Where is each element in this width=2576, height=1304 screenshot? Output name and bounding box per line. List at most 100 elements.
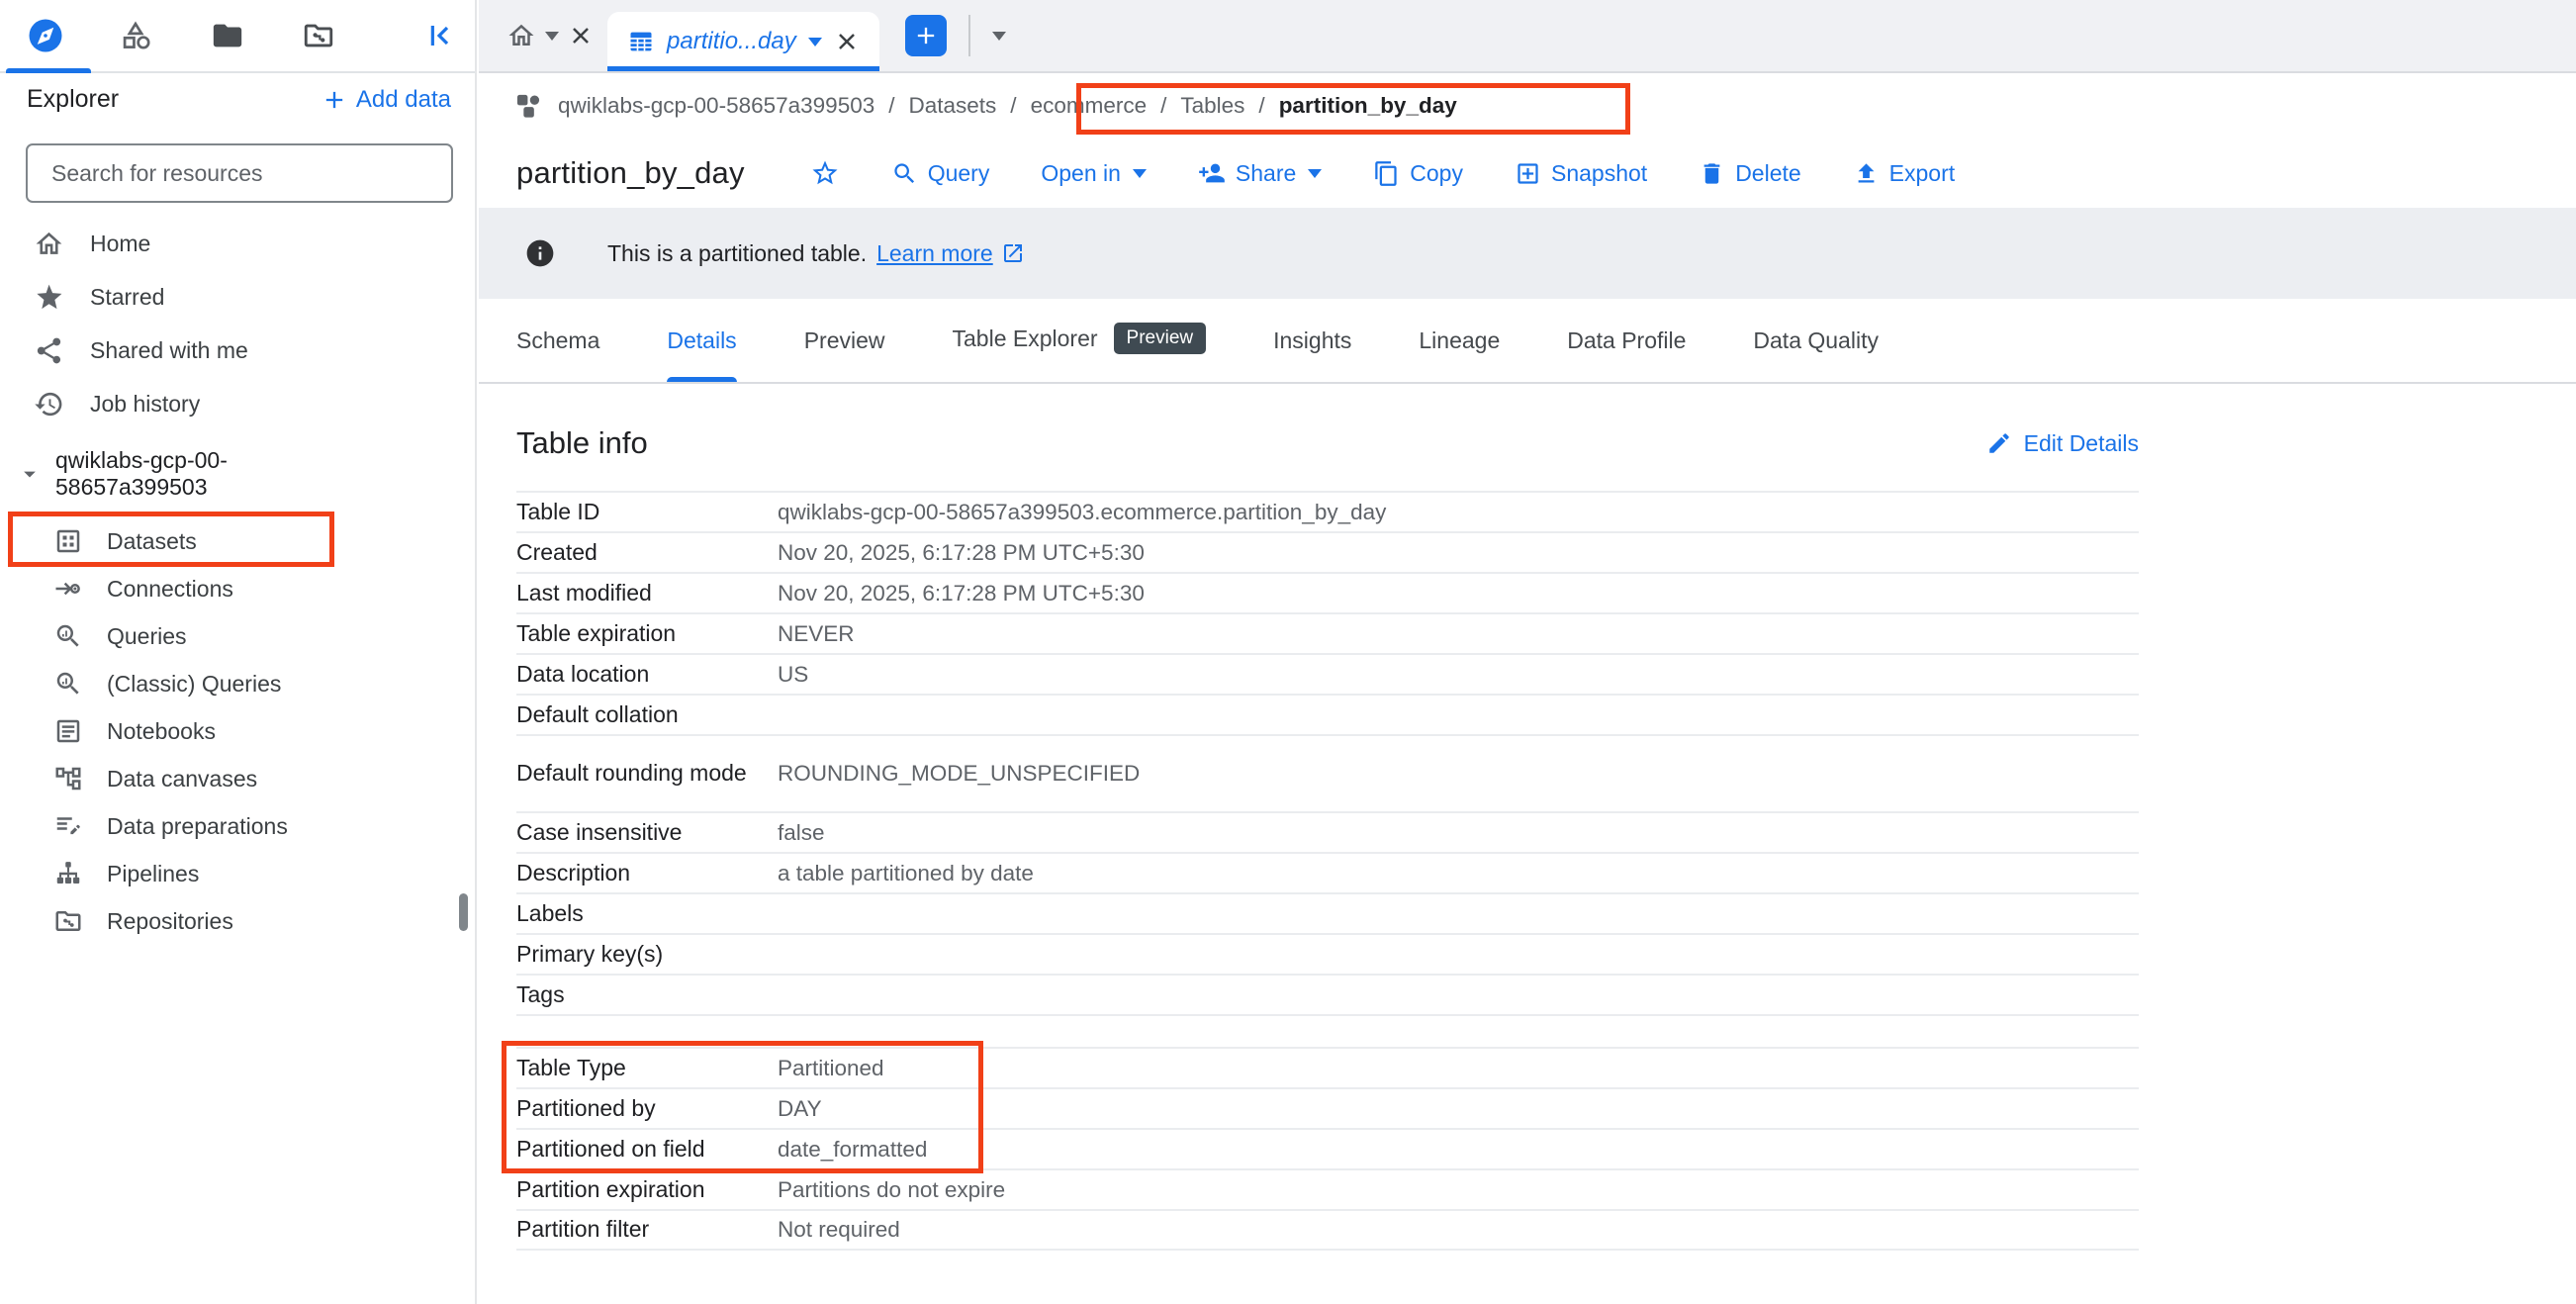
- breadcrumb-datasets[interactable]: Datasets: [909, 93, 997, 119]
- analysis-hub-icon: [125, 24, 148, 47]
- sidebar-item-classic-queries[interactable]: (Classic) Queries: [0, 660, 475, 707]
- pipelines-icon: [57, 862, 80, 884]
- share-icon: [38, 337, 60, 363]
- tab-analysis-hub[interactable]: [91, 0, 182, 71]
- home-doc-tab[interactable]: [493, 0, 607, 71]
- table-row: Last modifiedNov 20, 2025, 6:17:28 PM UT…: [516, 572, 2139, 612]
- breadcrumb-project[interactable]: qwiklabs-gcp-00-58657a399503: [558, 93, 874, 119]
- doc-tab-label: partitio...day: [667, 28, 796, 55]
- edit-details-button[interactable]: Edit Details: [1986, 430, 2139, 457]
- pencil-icon: [1989, 433, 2009, 453]
- home-icon: [37, 232, 62, 253]
- tab-preview[interactable]: Preview: [804, 327, 885, 382]
- learn-more-link[interactable]: Learn more: [876, 240, 993, 267]
- row-label: Table ID: [516, 494, 778, 531]
- sidebar-item-data-preparations[interactable]: Data preparations: [0, 802, 475, 850]
- table-info-list: Table IDqwiklabs-gcp-00-58657a399503.eco…: [516, 491, 2139, 1251]
- tab-insights[interactable]: Insights: [1273, 327, 1351, 382]
- sidebar-item-job-history[interactable]: Job history: [0, 377, 475, 430]
- add-data-button[interactable]: Add data: [321, 86, 451, 114]
- project-name-line2: 58657a399503: [55, 474, 228, 501]
- export-label: Export: [1889, 160, 1955, 187]
- tab-folders[interactable]: [182, 0, 273, 71]
- explorer-nav: Home Starred Shared with me Job history …: [0, 217, 475, 945]
- sidebar-icon-bar: [0, 0, 475, 73]
- explorer-title: Explorer: [27, 85, 119, 114]
- row-label: Default collation: [516, 697, 778, 734]
- sidebar-scrollbar-thumb[interactable]: [459, 893, 468, 931]
- row-label: Case insensitive: [516, 814, 778, 852]
- sidebar-item-repositories[interactable]: Repositories: [0, 897, 475, 945]
- data-preparation-icon: [57, 817, 80, 834]
- tab-data-profile[interactable]: Data Profile: [1567, 327, 1686, 382]
- table-row: Primary key(s): [516, 933, 2139, 974]
- page-title: partition_by_day: [516, 155, 745, 191]
- close-doc-tab-button[interactable]: [834, 29, 860, 54]
- row-label: Created: [516, 534, 778, 572]
- collapse-panel-button[interactable]: [404, 0, 475, 71]
- table-row: Data locationUS: [516, 653, 2139, 694]
- project-icon: [517, 95, 539, 118]
- sidebar-item-queries[interactable]: Queries: [0, 612, 475, 660]
- row-value: qwiklabs-gcp-00-58657a399503.ecommerce.p…: [778, 500, 1386, 525]
- sidebar-item-shared-with-me[interactable]: Shared with me: [0, 324, 475, 377]
- row-label: Primary key(s): [516, 936, 778, 974]
- row-value: DAY: [778, 1096, 822, 1122]
- breadcrumb-ecommerce[interactable]: ecommerce: [1031, 93, 1148, 119]
- queries-icon: [57, 625, 79, 647]
- upload-icon: [1858, 163, 1874, 182]
- sidebar-item-notebooks[interactable]: Notebooks: [0, 707, 475, 755]
- row-value: Not required: [778, 1217, 900, 1243]
- delete-button[interactable]: Delete: [1699, 160, 1800, 187]
- sidebar-item-datasets[interactable]: Datasets: [0, 517, 475, 565]
- copy-button[interactable]: Copy: [1373, 160, 1463, 187]
- sidebar-item-starred[interactable]: Starred: [0, 270, 475, 324]
- collapse-panel-icon: [432, 26, 447, 46]
- tab-explorer[interactable]: [0, 0, 91, 71]
- star-button[interactable]: [810, 158, 840, 188]
- chevron-down-icon[interactable]: [545, 32, 559, 41]
- tabbar-divider: [968, 15, 970, 56]
- sidebar-item-label: Starred: [90, 284, 164, 311]
- active-doc-tab-underline: [607, 66, 879, 71]
- sidebar-item-home[interactable]: Home: [0, 217, 475, 270]
- open-in-button[interactable]: Open in: [1041, 160, 1147, 187]
- share-button[interactable]: Share: [1198, 159, 1322, 187]
- breadcrumb-separator: /: [1258, 93, 1264, 119]
- breadcrumb-tables[interactable]: Tables: [1180, 93, 1244, 119]
- close-home-tab-button[interactable]: [568, 23, 594, 48]
- expand-caret-icon: [24, 472, 36, 478]
- table-row: Table IDqwiklabs-gcp-00-58657a399503.eco…: [516, 491, 2139, 531]
- tab-data-quality[interactable]: Data Quality: [1753, 327, 1879, 382]
- sidebar-project-qwiklabs[interactable]: qwiklabs-gcp-00- 58657a399503: [0, 430, 475, 517]
- tab-lineage[interactable]: Lineage: [1419, 327, 1500, 382]
- snapshot-button[interactable]: Snapshot: [1515, 160, 1647, 187]
- export-button[interactable]: Export: [1853, 160, 1955, 187]
- row-value: Nov 20, 2025, 6:17:28 PM UTC+5:30: [778, 581, 1145, 606]
- chevron-down-icon[interactable]: [808, 38, 822, 47]
- tab-details[interactable]: Details: [667, 327, 736, 382]
- open-in-label: Open in: [1041, 160, 1121, 187]
- table-row: Partition expirationPartitions do not ex…: [516, 1168, 2139, 1209]
- explorer-sidebar: Explorer Add data Home Starred Shared wi…: [0, 0, 477, 1304]
- table-view-tabs: Schema Details Preview Table Explorer Pr…: [479, 299, 2576, 384]
- sidebar-item-data-canvases[interactable]: Data canvases: [0, 755, 475, 802]
- section-gap: [516, 1014, 2139, 1047]
- search-input[interactable]: [51, 160, 427, 187]
- row-label: Tags: [516, 977, 778, 1014]
- tab-repositories[interactable]: [273, 0, 364, 71]
- query-button[interactable]: Query: [891, 160, 990, 187]
- tab-schema[interactable]: Schema: [516, 327, 599, 382]
- breadcrumb-partition-by-day: partition_by_day: [1279, 93, 1457, 119]
- sidebar-item-pipelines[interactable]: Pipelines: [0, 850, 475, 897]
- sidebar-item-connections[interactable]: Connections: [0, 565, 475, 612]
- table-row: CreatedNov 20, 2025, 6:17:28 PM UTC+5:30: [516, 531, 2139, 572]
- new-tab-button[interactable]: [905, 15, 947, 56]
- tab-overflow-menu-button[interactable]: [992, 32, 1006, 41]
- tab-table-explorer[interactable]: Table Explorer Preview: [953, 323, 1207, 382]
- document-tab-bar: partitio...day: [479, 0, 2576, 73]
- banner-text: This is a partitioned table.: [607, 240, 867, 267]
- doc-tab-partition-by-day[interactable]: partitio...day: [607, 12, 879, 71]
- search-icon: [894, 163, 914, 183]
- row-value: Nov 20, 2025, 6:17:28 PM UTC+5:30: [778, 540, 1145, 566]
